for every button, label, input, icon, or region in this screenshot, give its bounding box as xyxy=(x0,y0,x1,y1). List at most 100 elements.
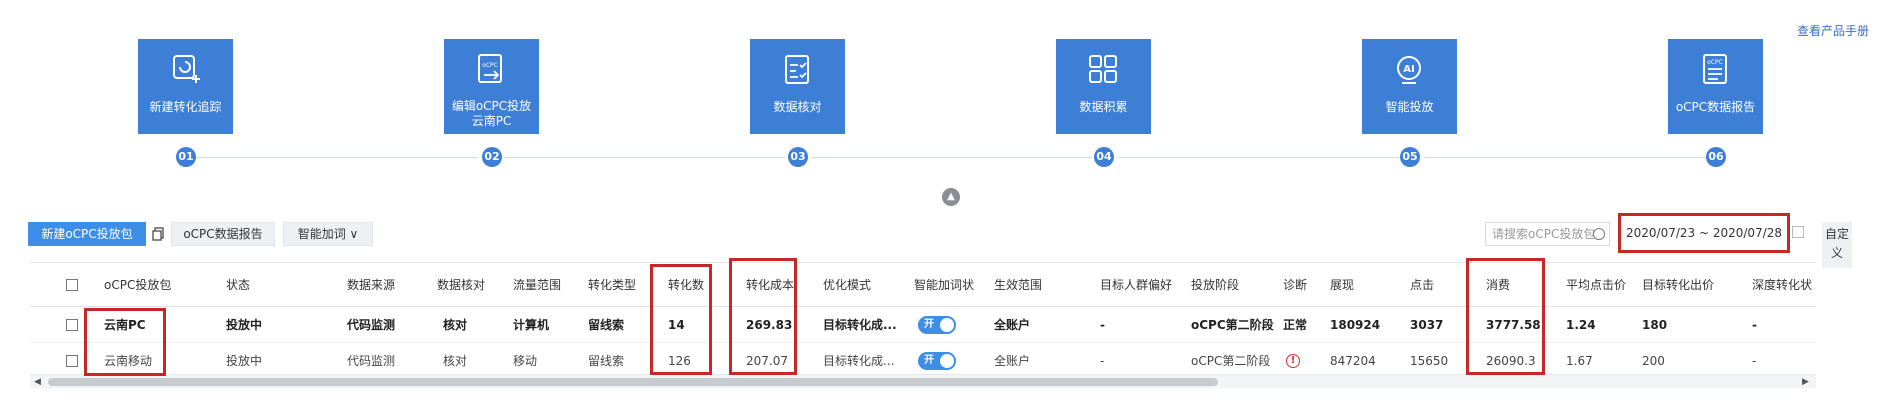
step-connector xyxy=(504,157,785,158)
cell-status: 投放中 xyxy=(226,318,263,332)
ocpc-steps: 新建转化追踪 01 oCPC 编辑oCPC投放 云南PC 02 数据核对 03 … xyxy=(0,0,1840,180)
smart-bid-dropdown[interactable]: 智能加词 ∨ xyxy=(283,222,373,246)
customize-columns-button[interactable]: 自定义 xyxy=(1822,222,1852,268)
cell-traffic-range: 移动 xyxy=(513,354,538,368)
col-header[interactable]: 数据核对 xyxy=(437,263,485,306)
step-number: 02 xyxy=(482,147,502,167)
smart-bid-toggle[interactable]: 开 xyxy=(918,343,956,378)
col-header[interactable]: 诊断 xyxy=(1283,263,1307,306)
cell-clicks: 3037 xyxy=(1410,317,1444,332)
table-row: 云南PC 投放中 代码监测 核对 计算机 留线索 14 269.83 目标转化成… xyxy=(30,307,1816,343)
col-header[interactable]: 优化模式 xyxy=(823,263,871,306)
package-name-link[interactable]: 云南PC xyxy=(104,307,146,342)
step-data-check[interactable]: 数据核对 xyxy=(750,39,845,134)
cell-conversion-cost: 207.07 xyxy=(746,353,788,368)
cell-conversions: 14 xyxy=(668,317,685,332)
col-header[interactable]: 状态 xyxy=(226,263,250,306)
col-header[interactable]: oCPC投放包 xyxy=(104,263,171,306)
step-connector xyxy=(1118,157,1399,158)
date-range-picker[interactable]: 2020/07/23 ~ 2020/07/28 xyxy=(1618,213,1790,253)
cell-data-source: 代码监测 xyxy=(347,354,396,368)
cell-traffic-range: 计算机 xyxy=(513,318,550,332)
cell-conversion-type: 留线索 xyxy=(588,318,625,332)
cell-diagnosis: 正常 xyxy=(1283,318,1308,332)
step-smart-delivery[interactable]: AI 智能投放 xyxy=(1362,39,1457,134)
col-header[interactable]: 投放阶段 xyxy=(1191,263,1239,306)
cell-data-source: 代码监测 xyxy=(347,318,396,332)
select-all-checkbox[interactable] xyxy=(66,263,78,306)
cell-status: 投放中 xyxy=(226,354,263,368)
smart-bid-toggle[interactable]: 开 xyxy=(918,307,956,342)
col-header[interactable]: 目标人群偏好 xyxy=(1100,263,1172,306)
col-header[interactable]: 目标转化出价 xyxy=(1642,263,1714,306)
ocpc-table: oCPC投放包 状态 数据来源 数据核对 流量范围 转化类型 转化数 转化成本 … xyxy=(30,262,1816,388)
scroll-left-icon[interactable]: ◀ xyxy=(34,377,41,387)
svg-text:oCPC: oCPC xyxy=(1707,59,1723,66)
cell-audience-pref: - xyxy=(1100,317,1105,332)
col-header[interactable]: 深度转化状 xyxy=(1752,263,1816,306)
step-number: 05 xyxy=(1400,147,1420,167)
cell-scope: 全账户 xyxy=(994,354,1031,368)
row-checkbox[interactable] xyxy=(66,307,78,342)
cell-deep-conversion: - xyxy=(1752,353,1757,368)
col-header[interactable]: 智能加词状 xyxy=(914,263,974,306)
svg-text:AI: AI xyxy=(1403,64,1414,75)
target-add-icon xyxy=(173,55,200,83)
step-number: 01 xyxy=(176,147,196,167)
calendar-icon[interactable] xyxy=(1792,226,1804,238)
cell-optimization-mode: 目标转化成... xyxy=(823,354,895,368)
ocpc-report-button[interactable]: oCPC数据报告 xyxy=(171,222,275,246)
cell-conversion-type: 留线索 xyxy=(588,354,625,368)
checklist-icon xyxy=(785,55,809,84)
col-header[interactable]: 点击 xyxy=(1410,263,1434,306)
check-link[interactable]: 核对 xyxy=(443,343,467,378)
step-number: 03 xyxy=(788,147,808,167)
col-header[interactable]: 展现 xyxy=(1330,263,1354,306)
search-placeholder: 请搜索oCPC投放包 xyxy=(1492,227,1596,241)
horizontal-scrollbar[interactable]: ◀ ▶ xyxy=(30,374,1816,388)
step-connector xyxy=(1425,157,1706,158)
cell-stage: oCPC第二阶段 xyxy=(1191,318,1274,332)
table-header: oCPC投放包 状态 数据来源 数据核对 流量范围 转化类型 转化数 转化成本 … xyxy=(30,263,1816,307)
step-number: 06 xyxy=(1706,147,1726,167)
col-header[interactable]: 转化数 xyxy=(668,263,704,306)
cell-impressions: 180924 xyxy=(1330,317,1381,332)
col-header[interactable]: 流量范围 xyxy=(513,263,561,306)
row-checkbox[interactable] xyxy=(66,343,78,378)
cell-scope: 全账户 xyxy=(994,318,1031,332)
cell-spend: 26090.3 xyxy=(1486,353,1536,368)
step-new-conversion-tracking[interactable]: 新建转化追踪 xyxy=(138,39,233,134)
copy-icon[interactable] xyxy=(152,227,166,241)
col-header[interactable]: 生效范围 xyxy=(994,263,1042,306)
step-data-accumulate[interactable]: 数据积累 xyxy=(1056,39,1151,134)
step-label: 智能投放 xyxy=(1385,100,1434,114)
cell-avg-cpc: 1.67 xyxy=(1566,353,1593,368)
scroll-right-icon[interactable]: ▶ xyxy=(1802,377,1809,387)
search-icon[interactable] xyxy=(1593,228,1605,240)
cell-conversions: 126 xyxy=(668,353,691,368)
col-header[interactable]: 消费 xyxy=(1486,263,1510,306)
check-link[interactable]: 核对 xyxy=(443,307,467,342)
step-edit-ocpc[interactable]: oCPC 编辑oCPC投放 云南PC xyxy=(444,39,539,134)
cell-target-bid: 180 xyxy=(1642,317,1668,332)
step-label: 新建转化追踪 xyxy=(149,100,222,114)
search-input[interactable]: 请搜索oCPC投放包 xyxy=(1485,222,1610,246)
step-label: 数据核对 xyxy=(773,100,822,114)
warning-icon[interactable]: ! xyxy=(1286,343,1300,378)
new-ocpc-package-button[interactable]: 新建oCPC投放包 xyxy=(28,222,146,246)
cell-conversion-cost: 269.83 xyxy=(746,317,793,332)
col-header[interactable]: 数据来源 xyxy=(347,263,395,306)
cell-spend: 3777.58 xyxy=(1486,317,1541,332)
cell-stage: oCPC第二阶段 xyxy=(1191,354,1271,368)
collapse-up-icon[interactable]: ▲ xyxy=(942,188,960,206)
col-header[interactable]: 平均点击价 xyxy=(1566,263,1626,306)
cell-target-bid: 200 xyxy=(1642,353,1665,368)
scroll-thumb[interactable] xyxy=(48,378,1218,386)
step-ocpc-report[interactable]: oCPC oCPC数据报告 xyxy=(1668,39,1763,134)
col-header[interactable]: 转化成本 xyxy=(746,263,794,306)
col-header[interactable]: 转化类型 xyxy=(588,263,636,306)
report-icon: oCPC xyxy=(1703,54,1727,84)
package-name-link[interactable]: 云南移动 xyxy=(104,343,152,378)
cell-avg-cpc: 1.24 xyxy=(1566,317,1596,332)
ocpc-edit-icon: oCPC xyxy=(478,54,502,83)
